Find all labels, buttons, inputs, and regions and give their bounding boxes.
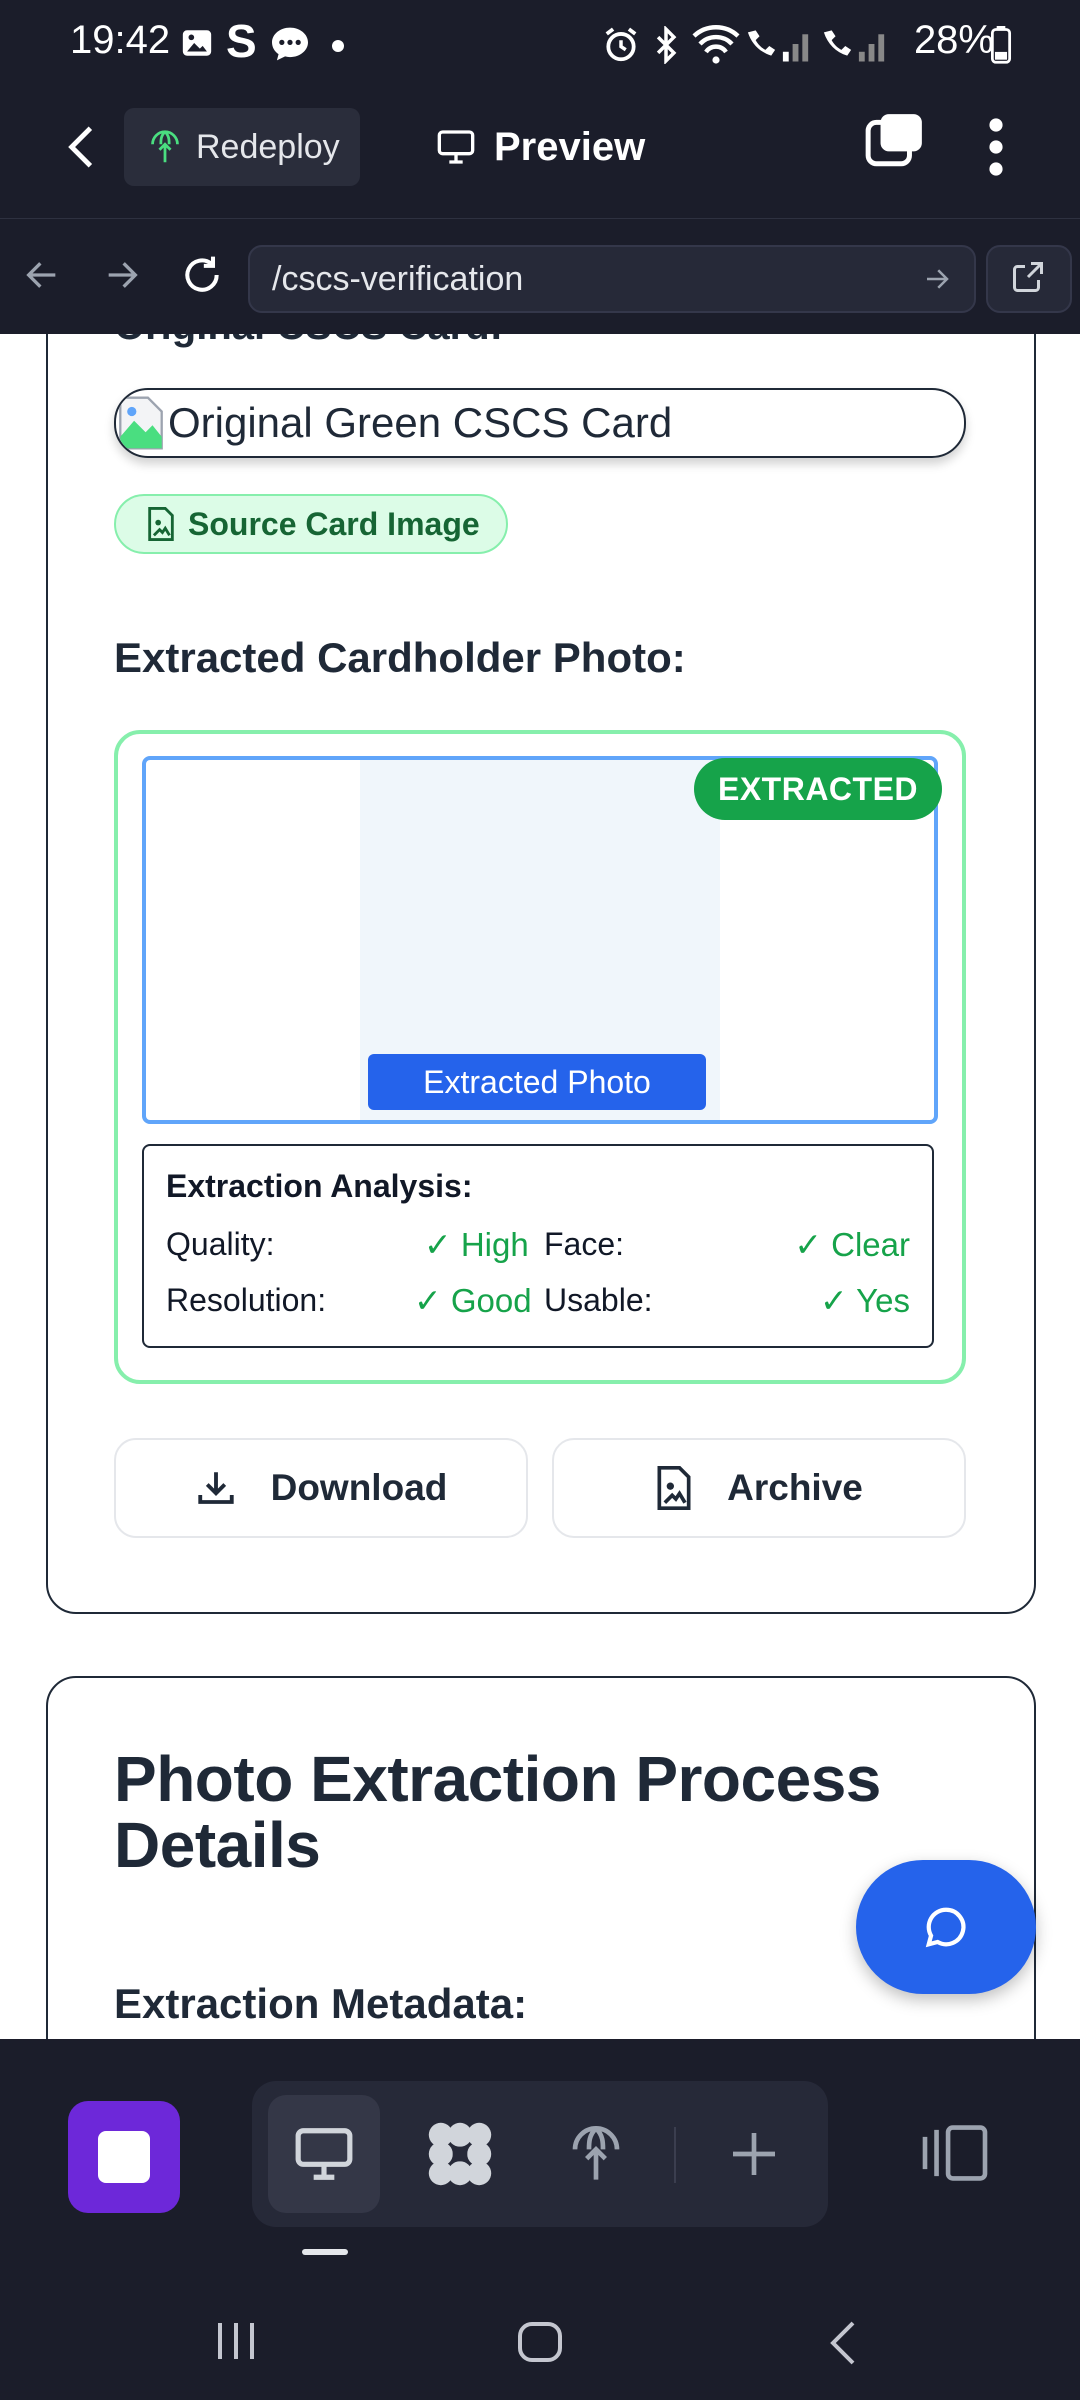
analysis-title: Extraction Analysis: [166,1168,473,1204]
stop-button[interactable] [68,2101,180,2213]
preview-button[interactable]: Preview [436,108,645,186]
chevron-left-icon [830,2321,855,2365]
deploy-globe-icon [572,2126,620,2180]
resolution-value: ✓ Good [414,1282,532,1319]
resolution-label: Resolution: [166,1282,327,1318]
app-bar: Redeploy Preview [0,92,1080,218]
extraction-analysis-box: Extraction Analysis: Quality: ✓ High Fac… [142,1144,934,1348]
gallery-icon [180,26,214,60]
url-text: /cscs-verification [272,259,524,298]
chat-bubble-icon [925,1907,966,1948]
file-image-icon [657,1466,691,1510]
toolbar-divider [674,2127,676,2183]
quality-label: Quality: [166,1226,275,1262]
tabs-button[interactable] [864,110,938,184]
arrow-left-icon [26,262,56,288]
workflow-icon [428,2122,492,2186]
s-app-icon: S [226,15,257,67]
url-input[interactable]: /cscs-verification [248,245,976,313]
home-button[interactable] [516,2319,564,2365]
browser-url-bar: /cscs-verification [0,218,1080,335]
deploy-globe-icon [148,129,182,165]
source-card-badge: Source Card Image [114,494,508,554]
deploy-tool-button[interactable] [540,2095,652,2213]
external-link-icon [1013,262,1043,292]
reload-button[interactable] [180,253,224,297]
bottom-toolbar [0,2039,1080,2400]
arrow-right-icon [108,262,138,288]
file-image-icon [146,507,176,541]
extracted-photo-heading: Extracted Cardholder Photo: [114,634,686,681]
recent-apps-icon [218,2323,254,2359]
broken-image-icon [118,395,164,451]
monitor-icon [295,2128,353,2180]
back-button[interactable] [48,114,114,180]
chat-button[interactable] [856,1860,1036,1994]
system-back-button[interactable] [826,2319,860,2367]
open-external-button[interactable] [986,245,1072,313]
preview-tool-button[interactable] [268,2095,380,2213]
face-label: Face: [544,1226,625,1262]
usable-value: ✓ Yes [819,1282,910,1319]
usable-label: Usable: [544,1282,653,1318]
redeploy-button[interactable]: Redeploy [124,108,360,186]
alarm-icon [602,26,640,64]
archive-button[interactable]: Archive [552,1438,966,1538]
original-card-heading: Original CSCS Card: [114,334,503,349]
signal-1-icon [744,24,814,64]
reload-icon [185,256,219,292]
dot-icon [332,40,344,52]
original-card-image: Original Green CSCS Card [114,388,966,458]
nav-back-button[interactable] [22,255,62,295]
extracted-photo-frame: Extracted Photo EXTRACTED Extraction Ana… [114,730,966,1384]
preview-label: Preview [494,124,646,169]
signal-2-icon [820,24,890,64]
stop-icon [98,2131,150,2183]
battery-icon [990,26,1012,64]
process-details-heading: Photo Extraction Process Details [114,1743,881,1881]
download-label: Download [270,1467,448,1508]
status-bar: 19:42 S 28% [0,0,1080,92]
recent-apps-button[interactable] [212,2319,260,2363]
monitor-icon [437,130,475,164]
workflow-tool-button[interactable] [404,2095,516,2213]
plus-icon [733,2133,775,2175]
download-icon [197,1472,234,1504]
more-vertical-icon [989,118,1003,176]
image-alt-text: Original Green CSCS Card [168,399,673,446]
download-button[interactable]: Download [114,1438,528,1538]
tab-indicator [302,2249,348,2255]
go-arrow-icon[interactable] [922,264,952,294]
extracted-photo-label: Extracted Photo [368,1054,706,1110]
tabs-icon [865,114,922,167]
more-menu-button[interactable] [976,114,1016,180]
page-content[interactable]: Original CSCS Card: Original Green CSCS … [0,334,1080,2039]
extracted-badge: EXTRACTED [694,758,942,820]
split-layout-icon [922,2125,988,2181]
wifi-icon [692,24,740,64]
extraction-metadata-heading: Extraction Metadata: [114,1980,528,2027]
quality-value: ✓ High [424,1226,529,1263]
bluetooth-icon [652,26,680,64]
layout-toggle-button[interactable] [920,2123,990,2183]
source-card-label: Source Card Image [188,505,480,542]
battery-level: 28% [913,18,994,62]
home-icon [518,2322,562,2362]
status-time: 19:42 [70,18,171,62]
tool-group [252,2081,828,2227]
face-value: ✓ Clear [794,1226,910,1263]
archive-label: Archive [727,1467,863,1508]
chat-notification-icon [270,26,310,62]
redeploy-label: Redeploy [196,127,340,166]
add-tool-button[interactable] [698,2095,810,2213]
nav-forward-button[interactable] [102,255,142,295]
chevron-left-icon [68,126,93,168]
